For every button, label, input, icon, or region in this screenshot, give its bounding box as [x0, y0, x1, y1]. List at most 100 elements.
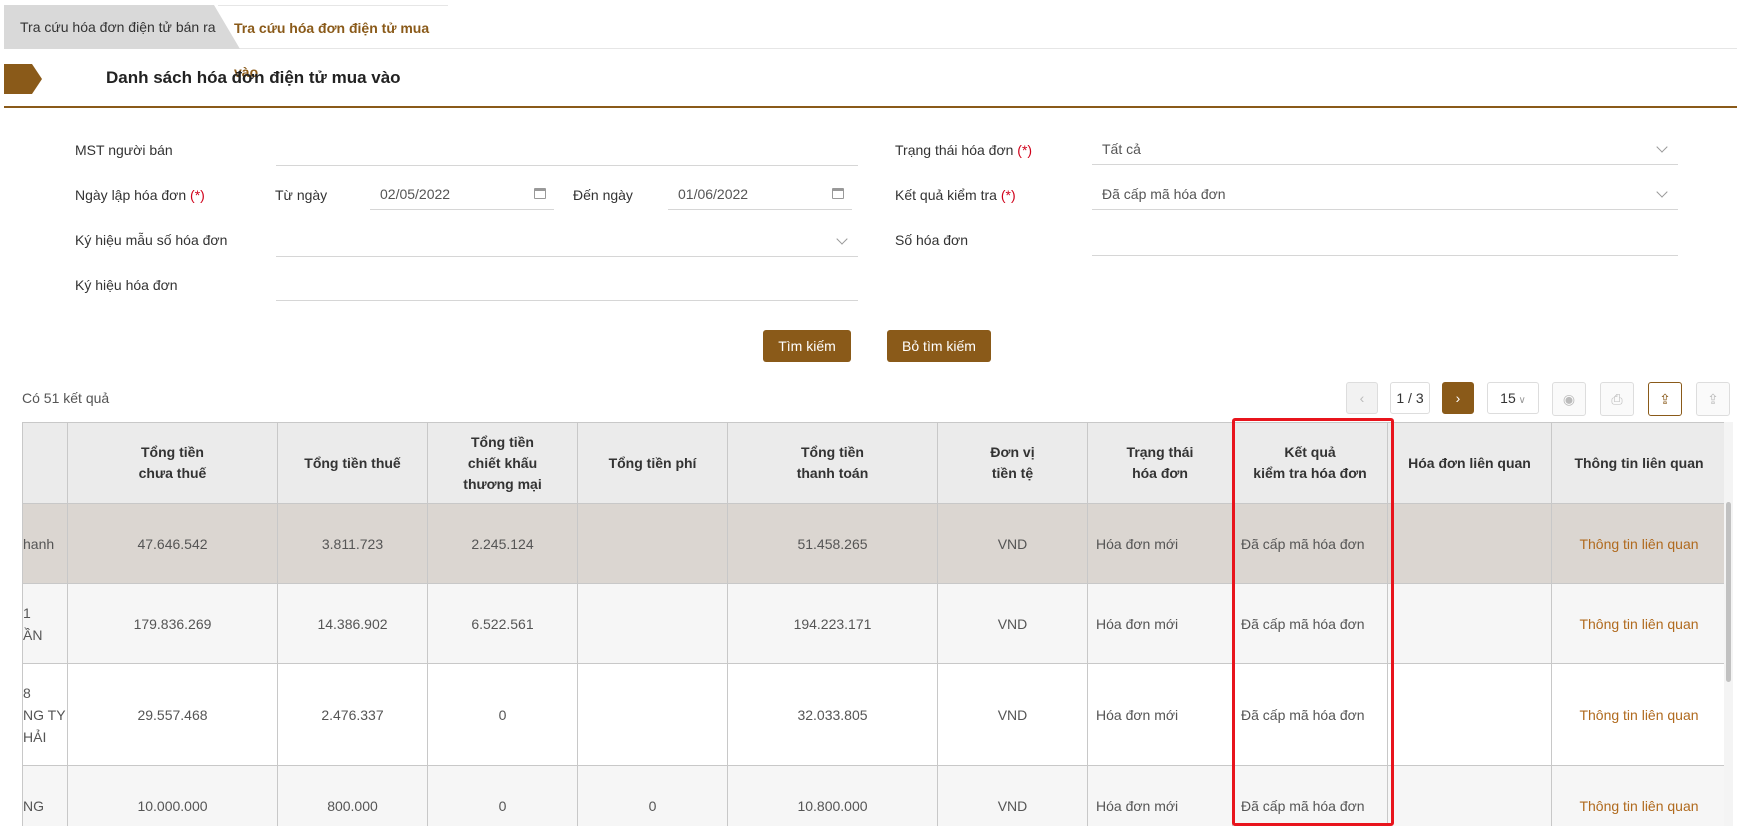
- invoice-table-container: Tổng tiền chưa thuế Tổng tiền thuế Tổng ti…: [22, 422, 1726, 826]
- export-icon[interactable]: ⇪: [1648, 382, 1682, 416]
- print-icon[interactable]: ⎙: [1600, 382, 1634, 416]
- cell-col-tax-amount: 14.386.902: [277, 583, 428, 664]
- required-mark: (*): [1017, 142, 1033, 158]
- cell-col-related-invoice: [1387, 503, 1552, 584]
- required-mark: (*): [190, 187, 205, 203]
- template-symbol-label: Ký hiệu mẫu số hóa đơn: [75, 232, 228, 248]
- page-indicator: 1 / 3: [1390, 382, 1430, 414]
- header-col-fee: Tổng tiền phí: [577, 422, 728, 504]
- cell-col-currency: VND: [937, 503, 1088, 584]
- page-title: Danh sách hóa đơn điện tử mua vào: [106, 68, 401, 87]
- cell-col-invoice-status: Hóa đơn mới: [1087, 503, 1233, 584]
- cell-col-tax-amount: 800.000: [277, 765, 428, 826]
- chevron-down-icon: ∨: [1515, 395, 1526, 406]
- table-row[interactable]: hanh 47.646.542 3.811.723 2.245.124 51.458.2…: [22, 503, 1726, 584]
- to-date-label: Đến ngày: [573, 187, 633, 203]
- cell-col-related-invoice: [1387, 765, 1552, 826]
- cell-col-invoice-status: Hóa đơn mới: [1087, 663, 1233, 766]
- invoice-status-label: Trạng thái hóa đơn (*): [895, 142, 1032, 158]
- section-header: Danh sách hóa đơn điện tử mua vào: [4, 58, 1737, 108]
- next-page-button[interactable]: ›: [1442, 382, 1474, 414]
- table-header-row: Tổng tiền chưa thuế Tổng tiền thuế Tổng ti…: [22, 422, 1726, 504]
- cell-col-amount-before-tax: 29.557.468: [67, 663, 278, 766]
- cell-col-tax-amount: 2.476.337: [277, 663, 428, 766]
- cell-col-total-payment: 10.800.000: [727, 765, 938, 826]
- from-date-label: Từ ngày: [275, 187, 328, 203]
- table-row[interactable]: 8 NG TY HẢI 29.557.468 2.476.337 0 32.033.80…: [22, 663, 1726, 766]
- chevron-down-icon: [1656, 141, 1668, 153]
- cell-col-check-result: Đã cấp mã hóa đơn: [1232, 583, 1388, 664]
- invoice-status-select[interactable]: Tất cả: [1092, 135, 1678, 165]
- cell-col-seller: 8 NG TY HẢI: [22, 663, 68, 766]
- cell-col-related-info[interactable]: Thông tin liên quan: [1551, 503, 1726, 584]
- cell-col-related-info[interactable]: Thông tin liên quan: [1551, 583, 1726, 664]
- table-row[interactable]: NG 10.000.000 800.000 0 0 10.800.000 VND Hóa đơ…: [22, 765, 1726, 826]
- cell-col-discount: 0: [427, 765, 578, 826]
- clear-search-button[interactable]: Bỏ tìm kiếm: [887, 330, 991, 362]
- page-size-value: 15: [1500, 390, 1516, 406]
- from-date-value: 02/05/2022: [380, 186, 451, 202]
- invoice-number-input[interactable]: [1092, 226, 1678, 256]
- header-col-tax-amount: Tổng tiền thuế: [277, 422, 428, 504]
- invoice-symbol-input[interactable]: [276, 271, 858, 301]
- template-symbol-select[interactable]: [276, 227, 858, 257]
- table-row[interactable]: 1 ẦN 179.836.269 14.386.902 6.522.561 194.22…: [22, 583, 1726, 664]
- invoice-date-label: Ngày lập hóa đơn (*): [75, 187, 205, 203]
- view-icon[interactable]: ◉: [1552, 382, 1586, 416]
- cell-col-amount-before-tax: 47.646.542: [67, 503, 278, 584]
- cell-col-check-result: Đã cấp mã hóa đơn: [1232, 663, 1388, 766]
- chevron-down-icon: [1656, 186, 1668, 198]
- vertical-scrollbar[interactable]: [1726, 502, 1731, 682]
- check-result-label: Kết quả kiểm tra (*): [895, 187, 1016, 203]
- header-col-discount: Tổng tiền chiết khấu thương mại: [427, 422, 578, 504]
- cell-col-fee: [577, 583, 728, 664]
- title-marker-icon: [4, 64, 42, 94]
- check-result-select[interactable]: Đã cấp mã hóa đơn: [1092, 180, 1678, 210]
- cell-col-currency: VND: [937, 583, 1088, 664]
- calendar-icon[interactable]: [832, 188, 844, 199]
- cell-col-related-info[interactable]: Thông tin liên quan: [1551, 663, 1726, 766]
- cell-col-seller: hanh: [22, 503, 68, 584]
- to-date-value: 01/06/2022: [678, 186, 749, 202]
- cell-col-related-info[interactable]: Thông tin liên quan: [1551, 765, 1726, 826]
- cell-col-invoice-status: Hóa đơn mới: [1087, 583, 1233, 664]
- mst-input[interactable]: [276, 136, 858, 166]
- invoice-symbol-label: Ký hiệu hóa đơn: [75, 277, 178, 293]
- to-date-input[interactable]: 01/06/2022: [668, 180, 852, 210]
- export-all-icon[interactable]: ⇪: [1696, 382, 1730, 416]
- tab-bar: Tra cứu hóa đơn điện tử bán ra Tra cứu h…: [4, 5, 1737, 80]
- result-count: Có 51 kết quả: [22, 390, 110, 406]
- search-button[interactable]: Tìm kiếm: [763, 330, 851, 362]
- mst-label: MST người bán: [75, 142, 173, 158]
- tab-purchase-invoices[interactable]: Tra cứu hóa đơn điện tử mua vào: [218, 5, 448, 80]
- chevron-down-icon: [836, 233, 848, 245]
- header-col-amount-before-tax: Tổng tiền chưa thuế: [67, 422, 278, 504]
- check-result-label-text: Kết quả kiểm tra: [895, 187, 997, 203]
- cell-col-discount: 0: [427, 663, 578, 766]
- invoice-number-label: Số hóa đơn: [895, 232, 969, 248]
- calendar-icon[interactable]: [534, 188, 546, 199]
- cell-col-discount: 2.245.124: [427, 503, 578, 584]
- cell-col-total-payment: 32.033.805: [727, 663, 938, 766]
- cell-col-check-result: Đã cấp mã hóa đơn: [1232, 765, 1388, 826]
- invoice-status-value: Tất cả: [1102, 141, 1141, 157]
- prev-page-button[interactable]: ‹: [1346, 382, 1378, 414]
- check-result-value: Đã cấp mã hóa đơn: [1102, 186, 1226, 202]
- cell-col-total-payment: 194.223.171: [727, 583, 938, 664]
- from-date-input[interactable]: 02/05/2022: [370, 180, 554, 210]
- cell-col-amount-before-tax: 179.836.269: [67, 583, 278, 664]
- cell-col-check-result: Đã cấp mã hóa đơn: [1232, 503, 1388, 584]
- cell-col-seller: NG: [22, 765, 68, 826]
- cell-col-seller: 1 ẦN: [22, 583, 68, 664]
- header-col-invoice-status: Trạng thái hóa đơn: [1087, 422, 1233, 504]
- header-col-related-invoice: Hóa đơn liên quan: [1387, 422, 1552, 504]
- cell-col-related-invoice: [1387, 663, 1552, 766]
- tab-sales-invoices[interactable]: Tra cứu hóa đơn điện tử bán ra: [4, 5, 240, 49]
- cell-col-invoice-status: Hóa đơn mới: [1087, 765, 1233, 826]
- page-size-select[interactable]: 15 ∨: [1487, 382, 1539, 414]
- header-col-total-payment: Tổng tiền thanh toán: [727, 422, 938, 504]
- cell-col-fee: [577, 503, 728, 584]
- cell-col-amount-before-tax: 10.000.000: [67, 765, 278, 826]
- cell-col-tax-amount: 3.811.723: [277, 503, 428, 584]
- required-mark: (*): [1000, 187, 1016, 203]
